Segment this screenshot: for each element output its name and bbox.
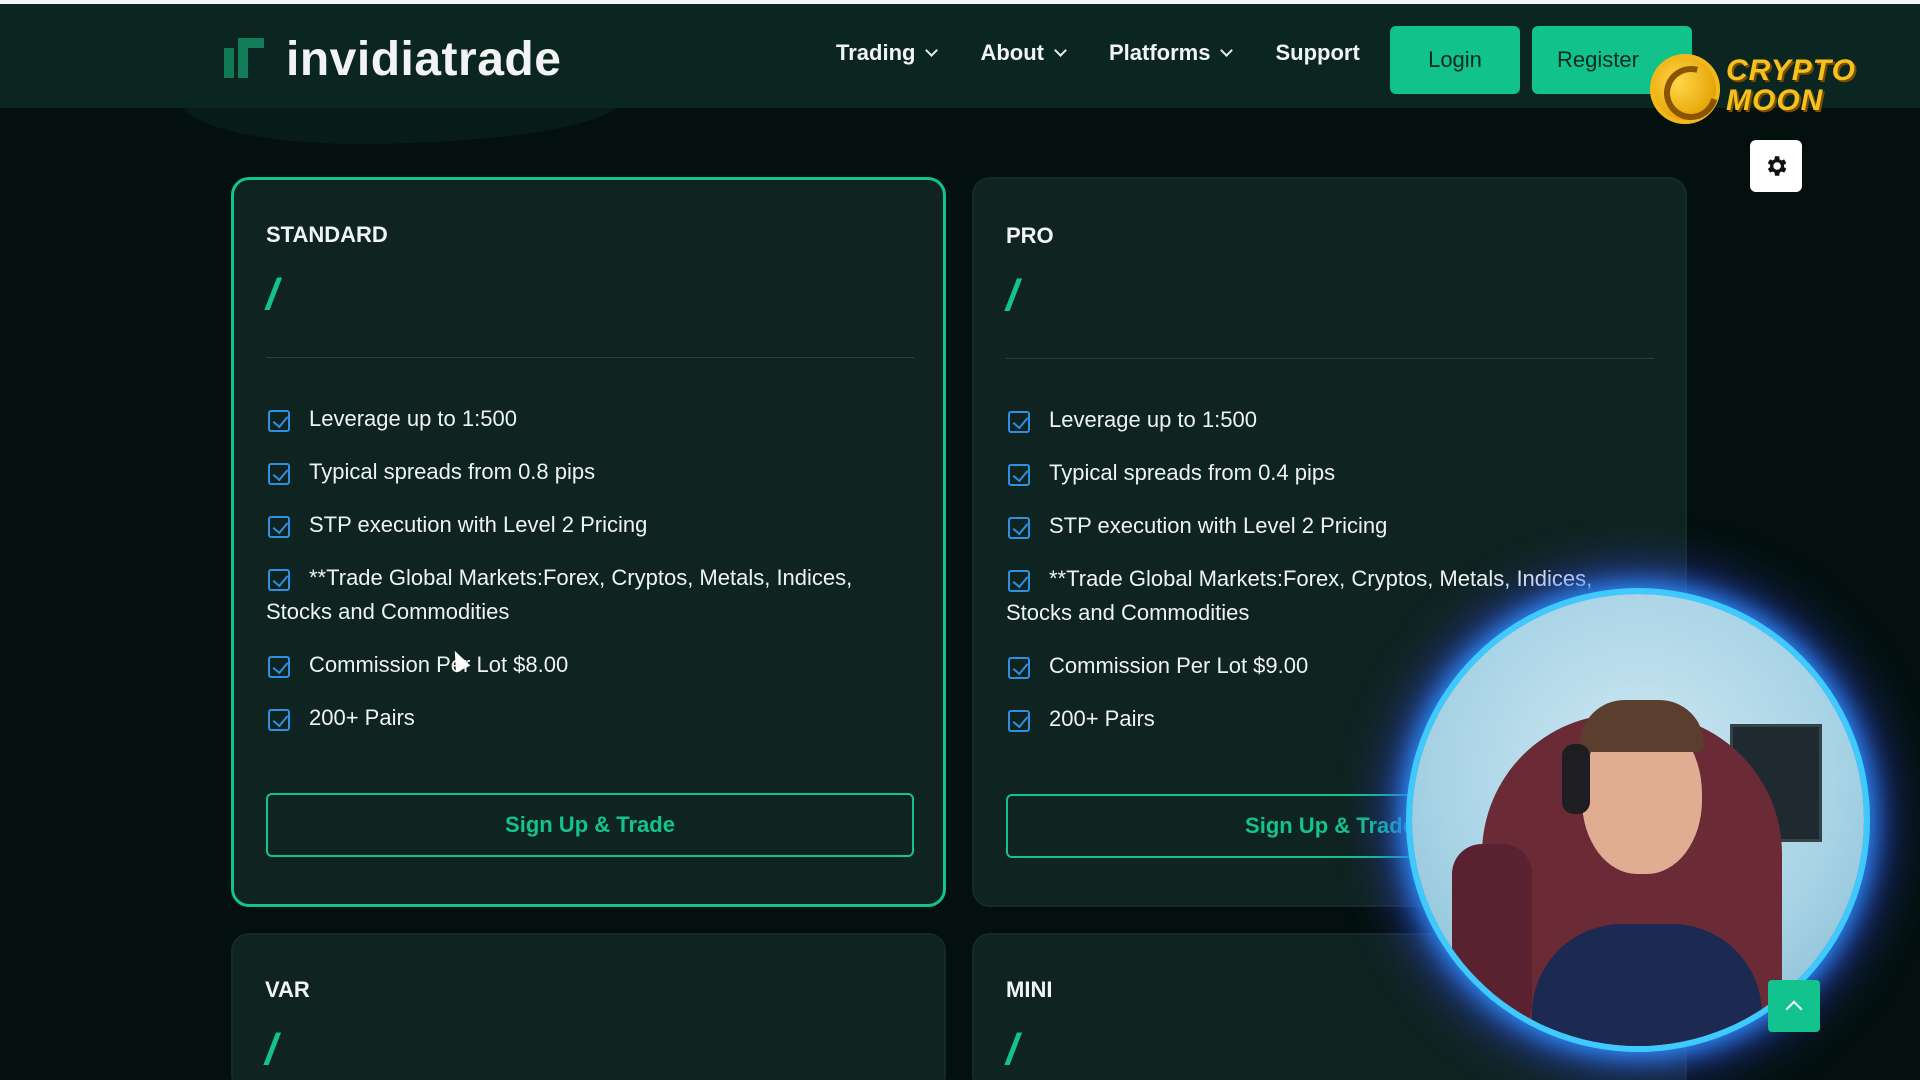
feature-item: Commission Per Lot $8.00 — [266, 648, 916, 682]
feature-item: Typical spreads from 0.4 pips — [1006, 456, 1656, 490]
checkbox-checked-icon — [268, 410, 290, 432]
checkbox-checked-icon — [1008, 570, 1030, 592]
plan-features-list: Leverage up to 1:500 Typical spreads fro… — [266, 402, 916, 754]
nav-support-label: Support — [1275, 40, 1360, 65]
plan-title: VAR — [265, 977, 310, 1002]
channel-logo-text: CRYPTO MOON — [1726, 56, 1856, 116]
feature-item: Leverage up to 1:500 — [1006, 403, 1656, 437]
site-header: invidiatrade Trading About Platforms Sup… — [0, 4, 1920, 108]
nav-support[interactable]: Support — [1275, 40, 1359, 66]
nav-trading-label: Trading — [836, 40, 916, 65]
nav-platforms-label: Platforms — [1108, 40, 1211, 65]
feature-text: **Trade Global Markets:Forex, Cryptos, M… — [1006, 566, 1593, 625]
header-curve-decoration — [180, 100, 620, 144]
feature-text: Typical spreads from 0.4 pips — [1049, 460, 1336, 485]
plan-card-standard: STANDARD / Leverage up to 1:500 Typical … — [231, 177, 946, 907]
main-nav: Trading About Platforms Support — [836, 40, 1404, 66]
feature-text: Typical spreads from 0.8 pips — [309, 459, 596, 484]
nav-about-label: About — [980, 40, 1044, 65]
feature-text: 200+ Pairs — [309, 705, 415, 730]
checkbox-checked-icon — [1008, 710, 1030, 732]
webcam-overlay — [1412, 594, 1864, 1046]
feature-item: STP execution with Level 2 Pricing — [1006, 509, 1656, 543]
moon-coin-icon — [1650, 54, 1720, 124]
checkbox-checked-icon — [1008, 464, 1030, 486]
channel-logo-line1: CRYPTO — [1726, 54, 1856, 87]
scroll-to-top-button[interactable] — [1768, 980, 1820, 1032]
streamer-hair — [1580, 700, 1704, 752]
plan-title: PRO — [1006, 223, 1054, 248]
plan-card-var: VAR / — [231, 933, 946, 1080]
checkbox-checked-icon — [268, 463, 290, 485]
feature-item: 200+ Pairs — [266, 701, 916, 735]
card-divider — [266, 357, 914, 358]
plan-price: / — [266, 270, 279, 319]
logo-mark-icon — [224, 37, 268, 82]
login-button[interactable]: Login — [1390, 26, 1520, 94]
plan-price: / — [1006, 1025, 1019, 1074]
settings-button[interactable] — [1750, 140, 1802, 192]
chevron-down-icon — [1054, 43, 1067, 57]
logo-text: invidiatrade — [286, 33, 562, 86]
card-divider — [1006, 358, 1654, 359]
streamer-body — [1532, 924, 1762, 1046]
chevron-down-icon — [1220, 43, 1234, 57]
feature-item: **Trade Global Markets:Forex, Cryptos, M… — [266, 561, 916, 629]
feature-text: Leverage up to 1:500 — [309, 406, 517, 431]
checkbox-checked-icon — [268, 569, 290, 591]
channel-logo-line2: MOON — [1726, 84, 1824, 117]
feature-text: STP execution with Level 2 Pricing — [1049, 513, 1388, 538]
nav-platforms[interactable]: Platforms — [1108, 40, 1234, 66]
feature-text: **Trade Global Markets:Forex, Cryptos, M… — [266, 565, 853, 624]
checkbox-checked-icon — [268, 656, 290, 678]
chevron-down-icon — [925, 43, 939, 57]
checkbox-checked-icon — [1008, 411, 1030, 433]
plan-title: MINI — [1006, 977, 1053, 1002]
gear-icon — [1767, 156, 1787, 176]
checkbox-checked-icon — [1008, 657, 1030, 679]
plan-price: / — [1006, 271, 1019, 320]
site-logo[interactable]: invidiatrade — [224, 32, 561, 87]
checkbox-checked-icon — [268, 709, 290, 731]
feature-text: Commission Per Lot $9.00 — [1049, 653, 1309, 678]
nav-about[interactable]: About — [980, 40, 1067, 66]
gaming-chair-arm — [1452, 844, 1532, 1034]
crypto-moon-channel-logo: CRYPTO MOON — [1650, 54, 1870, 126]
feature-item: Typical spreads from 0.8 pips — [266, 455, 916, 489]
feature-text: Leverage up to 1:500 — [1049, 407, 1257, 432]
feature-item: Leverage up to 1:500 — [266, 402, 916, 436]
feature-item: STP execution with Level 2 Pricing — [266, 508, 916, 542]
checkbox-checked-icon — [1008, 517, 1030, 539]
headphones-icon — [1562, 744, 1590, 814]
plan-price: / — [265, 1025, 278, 1074]
feature-text: 200+ Pairs — [1049, 706, 1155, 731]
feature-text: Commission Per Lot $8.00 — [309, 652, 569, 677]
feature-text: STP execution with Level 2 Pricing — [309, 512, 648, 537]
nav-trading[interactable]: Trading — [836, 40, 939, 66]
plan-title: STANDARD — [266, 222, 388, 247]
checkbox-checked-icon — [268, 516, 290, 538]
chevron-up-icon — [1785, 1000, 1803, 1018]
sign-up-trade-button[interactable]: Sign Up & Trade — [266, 793, 914, 857]
